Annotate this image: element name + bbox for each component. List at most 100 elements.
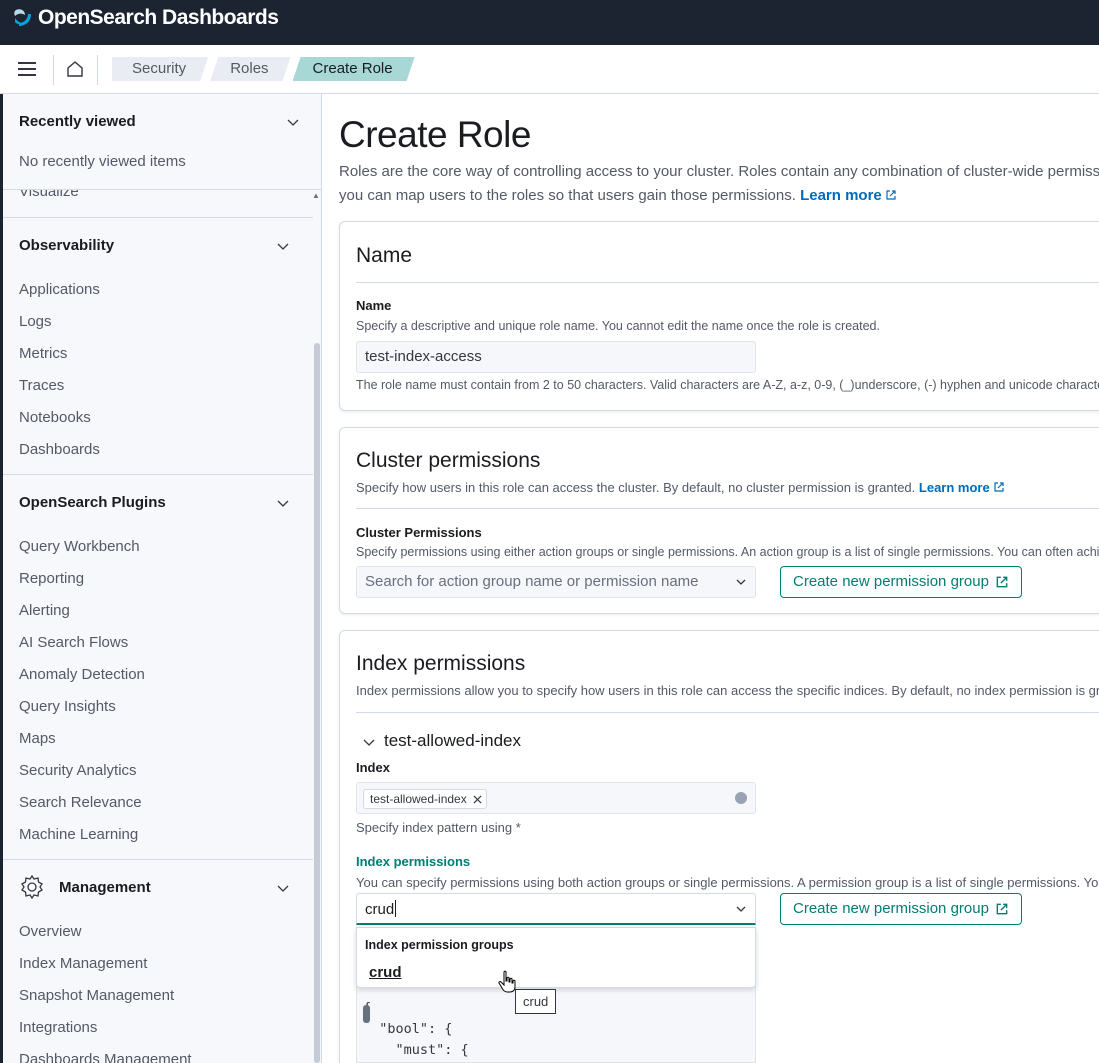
cluster-panel-description: Specify how users in this role can acces…: [356, 480, 1005, 495]
index-label: Index: [356, 760, 390, 775]
cluster-description-text: Specify how users in this role can acces…: [356, 480, 916, 495]
cluster-panel-title: Cluster permissions: [356, 449, 541, 472]
cluster-permissions-label: Cluster Permissions: [356, 525, 482, 540]
index-permissions-label: Index permissions: [356, 854, 471, 869]
home-icon[interactable]: [63, 57, 87, 81]
cluster-permissions-help: Specify permissions using either action …: [356, 545, 1099, 559]
nav-item-logs[interactable]: Logs: [19, 313, 52, 330]
nav-item-alerting[interactable]: Alerting: [19, 602, 70, 619]
nav-scroll-area: Visualize Observability Applications Log…: [3, 183, 321, 1063]
chevron-down-icon[interactable]: [286, 115, 300, 129]
chevron-down-icon[interactable]: [362, 735, 376, 749]
divider: [356, 508, 1099, 509]
cluster-permissions-panel: Cluster permissions Specify how users in…: [339, 427, 1099, 614]
divider: [356, 712, 1099, 713]
nav-scrollbar[interactable]: [314, 343, 320, 1063]
nav-item-anomaly-detection[interactable]: Anomaly Detection: [19, 666, 145, 683]
nav-item-security-analytics[interactable]: Security Analytics: [19, 762, 137, 779]
brand-name: OpenSearch Dashboards: [38, 6, 279, 29]
nav-item-snapshot-management[interactable]: Snapshot Management: [19, 987, 174, 1004]
nav-group-management[interactable]: Management: [59, 879, 151, 896]
nav-group-plugins[interactable]: OpenSearch Plugins: [19, 494, 166, 511]
name-panel: Name Name Specify a descriptive and uniq…: [339, 221, 1099, 411]
editor-scrollbar[interactable]: [363, 1005, 370, 1023]
divider: [3, 474, 313, 475]
divider: [3, 859, 313, 860]
external-link-icon: [994, 482, 1004, 492]
name-help: Specify a descriptive and unique role na…: [356, 319, 880, 333]
cluster-permissions-combobox[interactable]: Search for action group name or permissi…: [356, 566, 756, 598]
nav-item-maps[interactable]: Maps: [19, 730, 56, 747]
index-permissions-search-input[interactable]: crud: [365, 900, 397, 918]
name-label: Name: [356, 298, 392, 313]
external-link-icon: [996, 903, 1008, 915]
nav-item-reporting[interactable]: Reporting: [19, 570, 84, 587]
index-chip: test-allowed-index: [363, 789, 487, 809]
breadcrumb-roles[interactable]: Roles: [210, 57, 290, 81]
dropdown-group-title: Index permission groups: [365, 938, 514, 952]
scroll-up-arrow-icon[interactable]: ▲: [312, 191, 320, 200]
nav-item-dashboards[interactable]: Dashboards: [19, 441, 100, 458]
gear-icon: [21, 874, 43, 900]
nav-item-traces[interactable]: Traces: [19, 377, 64, 394]
external-link-icon: [886, 190, 896, 200]
chevron-down-icon[interactable]: [276, 239, 290, 253]
side-navigation: Recently viewed No recently viewed items…: [3, 94, 322, 1063]
index-permissions-combobox[interactable]: crud: [356, 893, 756, 925]
create-permission-group-button[interactable]: Create new permission group: [780, 566, 1022, 598]
description-line-1: Roles are the core way of controlling ac…: [339, 163, 1099, 180]
clear-icon[interactable]: [735, 792, 747, 804]
role-name-input[interactable]: test-index-access: [356, 341, 756, 373]
recently-viewed-title[interactable]: Recently viewed: [19, 113, 136, 130]
index-panel-description: Index permissions allow you to specify h…: [356, 683, 1099, 698]
nav-item-search-relevance[interactable]: Search Relevance: [19, 794, 142, 811]
nav-item-dashboards-management[interactable]: Dashboards Management: [19, 1051, 192, 1063]
divider: [356, 282, 1099, 283]
nav-item-metrics[interactable]: Metrics: [19, 345, 67, 362]
nav-item-notebooks[interactable]: Notebooks: [19, 409, 91, 426]
nav-item-query-workbench[interactable]: Query Workbench: [19, 538, 140, 555]
code-line: "bool": {: [363, 1021, 453, 1037]
index-permissions-help: You can specify permissions using both a…: [356, 875, 1099, 890]
chevron-down-icon[interactable]: [735, 576, 747, 588]
nav-item-ai-search-flows[interactable]: AI Search Flows: [19, 634, 128, 651]
breadcrumb: Security Roles Create Role: [112, 57, 417, 81]
nav-item-index-management[interactable]: Index Management: [19, 955, 147, 972]
chevron-down-icon[interactable]: [276, 496, 290, 510]
hamburger-menu-icon[interactable]: [16, 59, 38, 81]
hand-cursor-icon: [498, 970, 516, 993]
breadcrumb-bar: Security Roles Create Role: [0, 45, 1099, 94]
index-pattern-combobox[interactable]: test-allowed-index: [356, 782, 756, 814]
nav-item-integrations[interactable]: Integrations: [19, 1019, 97, 1036]
nav-item-applications[interactable]: Applications: [19, 281, 100, 298]
code-line: "must": {: [363, 1042, 469, 1058]
nav-item-query-insights[interactable]: Query Insights: [19, 698, 116, 715]
external-link-icon: [996, 576, 1008, 588]
chip-label: test-allowed-index: [370, 792, 467, 806]
opensearch-logo[interactable]: OpenSearch Dashboards: [12, 6, 279, 30]
breadcrumb-create-role: Create Role: [293, 57, 415, 81]
create-permission-group-button[interactable]: Create new permission group: [780, 893, 1022, 925]
recently-viewed-empty: No recently viewed items: [19, 153, 186, 170]
text-caret: [395, 900, 397, 917]
index-accordion-title[interactable]: test-allowed-index: [384, 731, 521, 751]
close-icon[interactable]: [473, 794, 482, 804]
recently-viewed-section: Recently viewed No recently viewed items: [3, 94, 321, 190]
divider: [3, 217, 313, 218]
nav-group-observability[interactable]: Observability: [19, 237, 114, 254]
divider: [53, 55, 54, 85]
chevron-down-icon[interactable]: [735, 903, 747, 915]
main-content: Create Role Roles are the core way of co…: [323, 94, 1099, 1063]
name-rule: The role name must contain from 2 to 50 …: [356, 378, 1099, 392]
breadcrumb-security[interactable]: Security: [112, 57, 208, 81]
divider: [97, 55, 98, 85]
top-header: OpenSearch Dashboards: [0, 0, 1099, 45]
learn-more-link[interactable]: Learn more: [800, 187, 882, 204]
nav-item-overview[interactable]: Overview: [19, 923, 82, 940]
dropdown-option-crud[interactable]: crud: [369, 964, 402, 981]
learn-more-link[interactable]: Learn more: [919, 480, 990, 495]
name-panel-title: Name: [356, 244, 413, 267]
button-label: Create new permission group: [793, 573, 989, 590]
nav-item-machine-learning[interactable]: Machine Learning: [19, 826, 138, 843]
chevron-down-icon[interactable]: [276, 881, 290, 895]
